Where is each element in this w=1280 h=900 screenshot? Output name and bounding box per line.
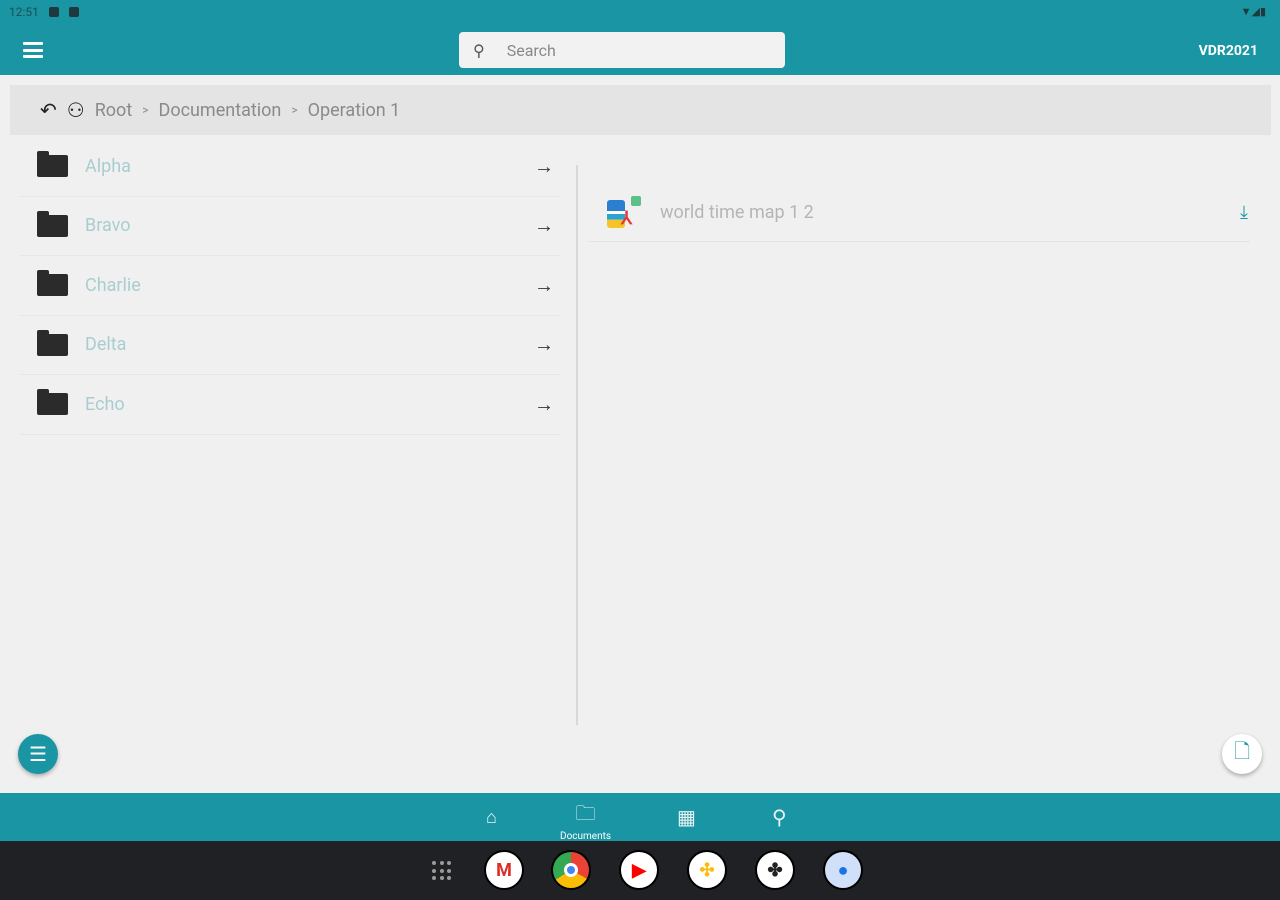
- home-icon: ⌂: [486, 807, 497, 828]
- status-bar: 12:51: [9, 5, 79, 19]
- folder-icon: [37, 389, 68, 416]
- search-placeholder: Search: [506, 40, 556, 60]
- arrow-right-icon[interactable]: →: [534, 332, 554, 357]
- folder-item[interactable]: Echo →: [20, 375, 560, 435]
- folder-list: Alpha → Bravo → Charlie → Delta → Echo →: [20, 137, 560, 435]
- folder-name: Echo: [85, 393, 125, 415]
- folder-icon: [37, 210, 68, 237]
- search-icon: ⚲: [772, 805, 787, 829]
- pane-divider: [576, 165, 578, 725]
- bottom-nav: ⌂ 🗀 Documents ▦ ⚲: [0, 793, 1280, 842]
- calendar-icon: ▦: [677, 805, 696, 829]
- nav-calendar[interactable]: ▦: [677, 805, 696, 829]
- breadcrumb-sep: >: [291, 103, 298, 117]
- folder-name: Bravo: [85, 215, 131, 237]
- download-icon[interactable]: ⤓: [1240, 202, 1248, 223]
- photos-icon[interactable]: ✣: [687, 850, 727, 890]
- sd-card-icon: [68, 7, 79, 17]
- folder-name: Delta: [85, 334, 127, 356]
- folder-name: Alpha: [85, 155, 131, 177]
- breadcrumb-sep: >: [142, 103, 149, 117]
- add-file-button[interactable]: 🗋: [1222, 734, 1262, 774]
- back-icon[interactable]: ↶: [40, 98, 57, 122]
- arrow-right-icon[interactable]: →: [534, 213, 554, 238]
- file-name: world time map 1 2: [660, 202, 814, 223]
- gmail-icon[interactable]: M: [484, 850, 524, 890]
- nav-search[interactable]: ⚲: [772, 805, 787, 829]
- app-icon[interactable]: ✤: [755, 850, 795, 890]
- youtube-icon[interactable]: ▶: [619, 850, 659, 890]
- breadcrumb: ↶ ⚇ Root > Documentation > Operation 1: [10, 85, 1271, 135]
- arrow-right-icon[interactable]: →: [534, 154, 554, 179]
- system-dock: M ▶ ✣ ✤ ●: [0, 841, 1280, 900]
- folder-icon: 🗀: [575, 801, 596, 825]
- file-plus-icon: 🗋: [1233, 739, 1251, 763]
- folder-icon: [37, 151, 68, 178]
- menu-button[interactable]: [23, 42, 43, 58]
- file-item[interactable]: ⅄ world time map 1 2 ⤓: [587, 184, 1250, 242]
- hierarchy-icon[interactable]: ⚇: [67, 98, 85, 122]
- messages-icon[interactable]: ●: [823, 850, 863, 890]
- folder-name: Charlie: [85, 274, 141, 296]
- breadcrumb-root[interactable]: Root: [95, 100, 133, 121]
- chrome-icon[interactable]: [551, 850, 591, 890]
- arrow-right-icon[interactable]: →: [534, 273, 554, 298]
- filter-button[interactable]: ☰: [18, 734, 58, 774]
- wifi-battery-icon: ▼◢▮: [1240, 5, 1266, 18]
- notification-icon: [48, 7, 59, 17]
- sliders-icon: ☰: [29, 742, 47, 766]
- nav-documents[interactable]: 🗀 Documents: [560, 799, 611, 842]
- breadcrumb-operation[interactable]: Operation 1: [308, 100, 401, 121]
- arrow-right-icon[interactable]: →: [534, 392, 554, 417]
- folder-icon: [37, 329, 68, 356]
- nav-home[interactable]: ⌂: [486, 807, 497, 828]
- folder-item[interactable]: Charlie →: [20, 256, 560, 316]
- search-icon: ⚲: [473, 40, 485, 60]
- breadcrumb-documentation[interactable]: Documentation: [159, 100, 282, 121]
- app-bar: 12:51 ▼◢▮ ⚲ Search VDR2021: [0, 0, 1280, 75]
- pdf-file-icon: ⅄: [607, 195, 641, 230]
- folder-item[interactable]: Delta →: [20, 316, 560, 375]
- folder-icon: [37, 270, 68, 297]
- folder-item[interactable]: Alpha →: [20, 137, 560, 197]
- search-input[interactable]: ⚲ Search: [459, 32, 785, 68]
- brand-label: VDR2021: [1198, 43, 1258, 59]
- folder-item[interactable]: Bravo →: [20, 197, 560, 256]
- clock: 12:51: [9, 5, 39, 19]
- app-drawer-icon[interactable]: [432, 861, 452, 881]
